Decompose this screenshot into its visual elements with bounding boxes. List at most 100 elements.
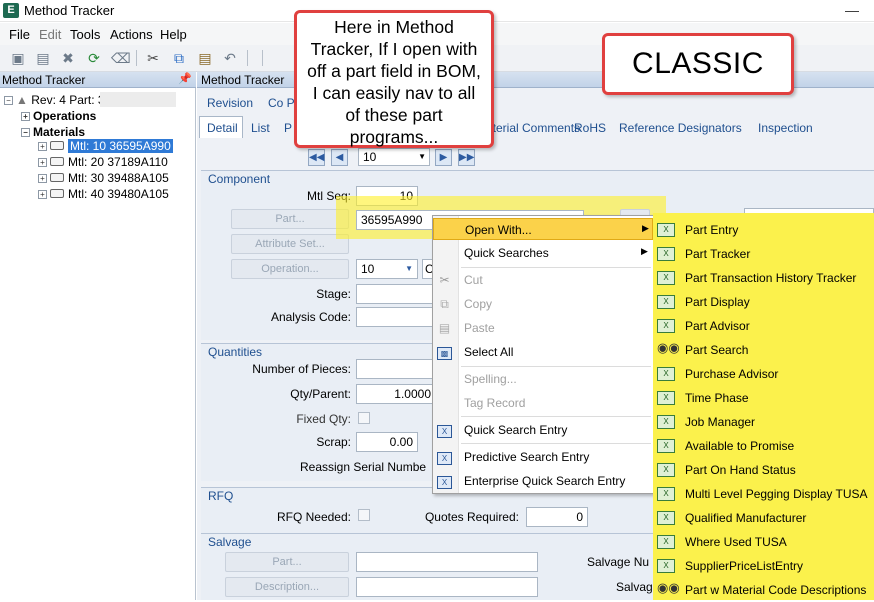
refresh-icon[interactable]: ⟳ [85,49,103,67]
submenu-item-part-on-hand-status[interactable]: X Part On Hand Status [653,458,874,482]
menu-item-open-with[interactable]: Open With... ▶ [433,218,653,240]
menu-edit[interactable]: Edit [39,27,61,42]
tree-item-material[interactable]: + Mtl: 40 39480A105 [38,186,169,202]
clear-icon[interactable]: ⌫ [111,49,131,67]
rfq-needed-checkbox[interactable] [358,509,370,521]
menu-item-predictive-search-entry[interactable]: X Predictive Search Entry [433,446,653,468]
analysis-code-field[interactable] [356,307,436,327]
operation-field[interactable]: 10 ▼ [356,259,418,279]
operation-button[interactable]: Operation... [231,259,349,279]
save-icon[interactable]: ▤ [34,49,52,67]
menu-help[interactable]: Help [160,27,187,42]
submenu-item-job-manager[interactable]: X Job Manager [653,410,874,434]
submenu-item-part-search[interactable]: ◉◉ Part Search [653,338,874,362]
tree-item-material[interactable]: + Mtl: 20 37189A110 [38,154,168,170]
submenu-item-supplier-price-list-entry[interactable]: X SupplierPriceListEntry [653,554,874,578]
quotes-required-field[interactable]: 0 [526,507,588,527]
submenu-arrow-icon: ▶ [641,246,648,256]
copy-icon[interactable]: ⧉ [170,49,188,67]
menu-item-quick-searches[interactable]: Quick Searches ▶ [433,242,653,264]
submenu-arrow-icon: ▶ [642,223,649,233]
menu-item-select-all[interactable]: ▩ Select All [433,341,653,363]
number-of-pieces-field[interactable] [356,359,436,379]
qty-parent-field[interactable]: 1.0000 [356,384,436,404]
reassign-serial-label: Reassign Serial Numbe [300,460,427,474]
scrap-field[interactable]: 0.00 [356,432,418,452]
menu-separator [461,267,651,268]
qty-parent-label: Qty/Parent: [290,387,351,401]
submenu-item-part-advisor[interactable]: X Part Advisor [653,314,874,338]
submenu-item-time-phase[interactable]: X Time Phase [653,386,874,410]
tree-item-material[interactable]: + Mtl: 10 36595A990 [38,138,173,154]
record-selector[interactable]: 10 ▼ [358,148,430,166]
submenu-item-part-w-material-code-descriptions[interactable]: ◉◉ Part w Material Code Descriptions [653,578,874,602]
stage-field[interactable] [356,284,436,304]
submenu-item-where-used[interactable]: X Where Used TUSA [653,530,874,554]
co-parts-link[interactable]: Co P [268,96,295,110]
submenu-item-part-transaction-history-tracker[interactable]: X Part Transaction History Tracker [653,266,874,290]
delete-icon[interactable]: ✖ [59,49,77,67]
salvage-description-field[interactable] [356,577,538,597]
salvage-description-button[interactable]: Description... [225,577,349,597]
menu-item-tag-record[interactable]: Tag Record [433,392,653,414]
menu-file[interactable]: File [9,27,30,42]
expand-icon[interactable]: + [21,112,30,121]
submenu-item-purchase-advisor[interactable]: X Purchase Advisor [653,362,874,386]
salvage-part-field[interactable] [356,552,538,572]
tab-rohs[interactable]: RoHS [574,121,606,135]
toolbar-separator [262,50,264,66]
submenu-item-label: Part Search [685,343,749,357]
menu-item-spelling[interactable]: Spelling... [433,368,653,390]
last-record-icon[interactable]: ▶▶ [458,149,475,166]
tab-list[interactable]: List [251,121,270,135]
chevron-down-icon[interactable]: ▼ [418,149,426,165]
expand-icon[interactable]: + [38,158,47,167]
callout-line: Here in Method [334,17,454,37]
salvage-part-button[interactable]: Part... [225,552,349,572]
menu-item-quick-search-entry[interactable]: X Quick Search Entry [433,419,653,441]
collapse-icon[interactable]: − [21,128,30,137]
collapse-icon[interactable]: − [4,96,13,105]
fixed-qty-checkbox[interactable] [358,412,370,424]
part-field-value: 36595A990 [361,213,423,227]
submenu-item-qualified-manufacturer[interactable]: X Qualified Manufacturer [653,506,874,530]
tab-detail[interactable]: Detail [199,116,243,138]
pin-icon[interactable]: 📌 [178,72,192,85]
tab-reference-designators[interactable]: Reference Designators [619,121,742,135]
menu-tools[interactable]: Tools [70,27,100,42]
menu-item-enterprise-quick-search-entry[interactable]: X Enterprise Quick Search Entry [433,470,653,492]
menu-item-copy[interactable]: ⧉ Copy [433,293,653,315]
submenu-item-multi-level-pegging[interactable]: X Multi Level Pegging Display TUSA [653,482,874,506]
paste-icon[interactable]: ▤ [196,49,214,67]
submenu-item-available-to-promise[interactable]: X Available to Promise [653,434,874,458]
new-icon[interactable]: ▣ [9,49,27,67]
previous-record-icon[interactable]: ◀ [331,149,348,166]
expand-icon[interactable]: + [38,190,47,199]
expand-icon[interactable]: + [38,142,47,151]
menu-item-label: Predictive Search Entry [464,450,590,464]
tree-item-material[interactable]: + Mtl: 30 39488A105 [38,170,169,186]
menu-item-label: Paste [464,321,495,335]
attribute-set-button[interactable]: Attribute Set... [231,234,349,254]
next-record-icon[interactable]: ▶ [435,149,452,166]
submenu-item-part-display[interactable]: X Part Display [653,290,874,314]
submenu-item-part-tracker[interactable]: X Part Tracker [653,242,874,266]
submenu-item-part-entry[interactable]: X Part Entry [653,218,874,242]
tab-inspection[interactable]: Inspection [758,121,813,135]
revision-link[interactable]: Revision [207,96,253,110]
minimize-icon[interactable]: — [845,2,859,18]
tree-item-label: Mtl: 20 37189A110 [68,155,168,169]
part-button[interactable]: Part... [231,209,349,229]
chevron-down-icon[interactable]: ▼ [405,260,413,278]
menu-item-paste[interactable]: ▤ Paste [433,317,653,339]
menu-actions[interactable]: Actions [110,27,153,42]
first-record-icon[interactable]: ◀◀ [308,149,325,166]
toolbar-separator [136,50,138,66]
tree-item-operations[interactable]: + Operations [21,108,96,124]
stage-label: Stage: [316,287,351,301]
menu-item-cut[interactable]: ✂ Cut [433,269,653,291]
tab-p[interactable]: P [284,121,292,135]
expand-icon[interactable]: + [38,174,47,183]
undo-icon[interactable]: ↶ [221,49,239,67]
cut-icon[interactable]: ✂ [144,49,162,67]
